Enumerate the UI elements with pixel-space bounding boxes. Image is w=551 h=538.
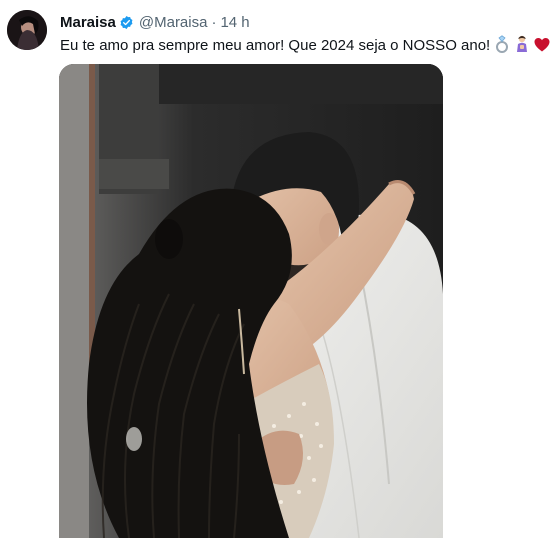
tweet-card[interactable]: Maraisa @Maraisa · 14 h Eu te amo pra se… [0, 0, 551, 538]
separator-dot: · [211, 13, 217, 31]
avatar[interactable] [7, 10, 47, 50]
author-handle[interactable]: @Maraisa [139, 14, 208, 31]
couple-icon [514, 35, 530, 59]
tweet-photo[interactable] [59, 64, 443, 538]
tweet-body: Eu te amo pra sempre meu amor! Que 2024 … [60, 37, 491, 54]
author-name[interactable]: Maraisa [60, 14, 116, 31]
timestamp[interactable]: 14 h [220, 14, 249, 31]
tweet-header: Maraisa @Maraisa · 14 h [60, 12, 250, 32]
ring-icon [494, 35, 510, 59]
red-heart-icon [534, 37, 550, 59]
photo-couple-kissing [59, 64, 443, 538]
tweet-text: Eu te amo pra sempre meu amor! Que 2024 … [60, 35, 550, 59]
verified-badge-icon [119, 15, 134, 30]
